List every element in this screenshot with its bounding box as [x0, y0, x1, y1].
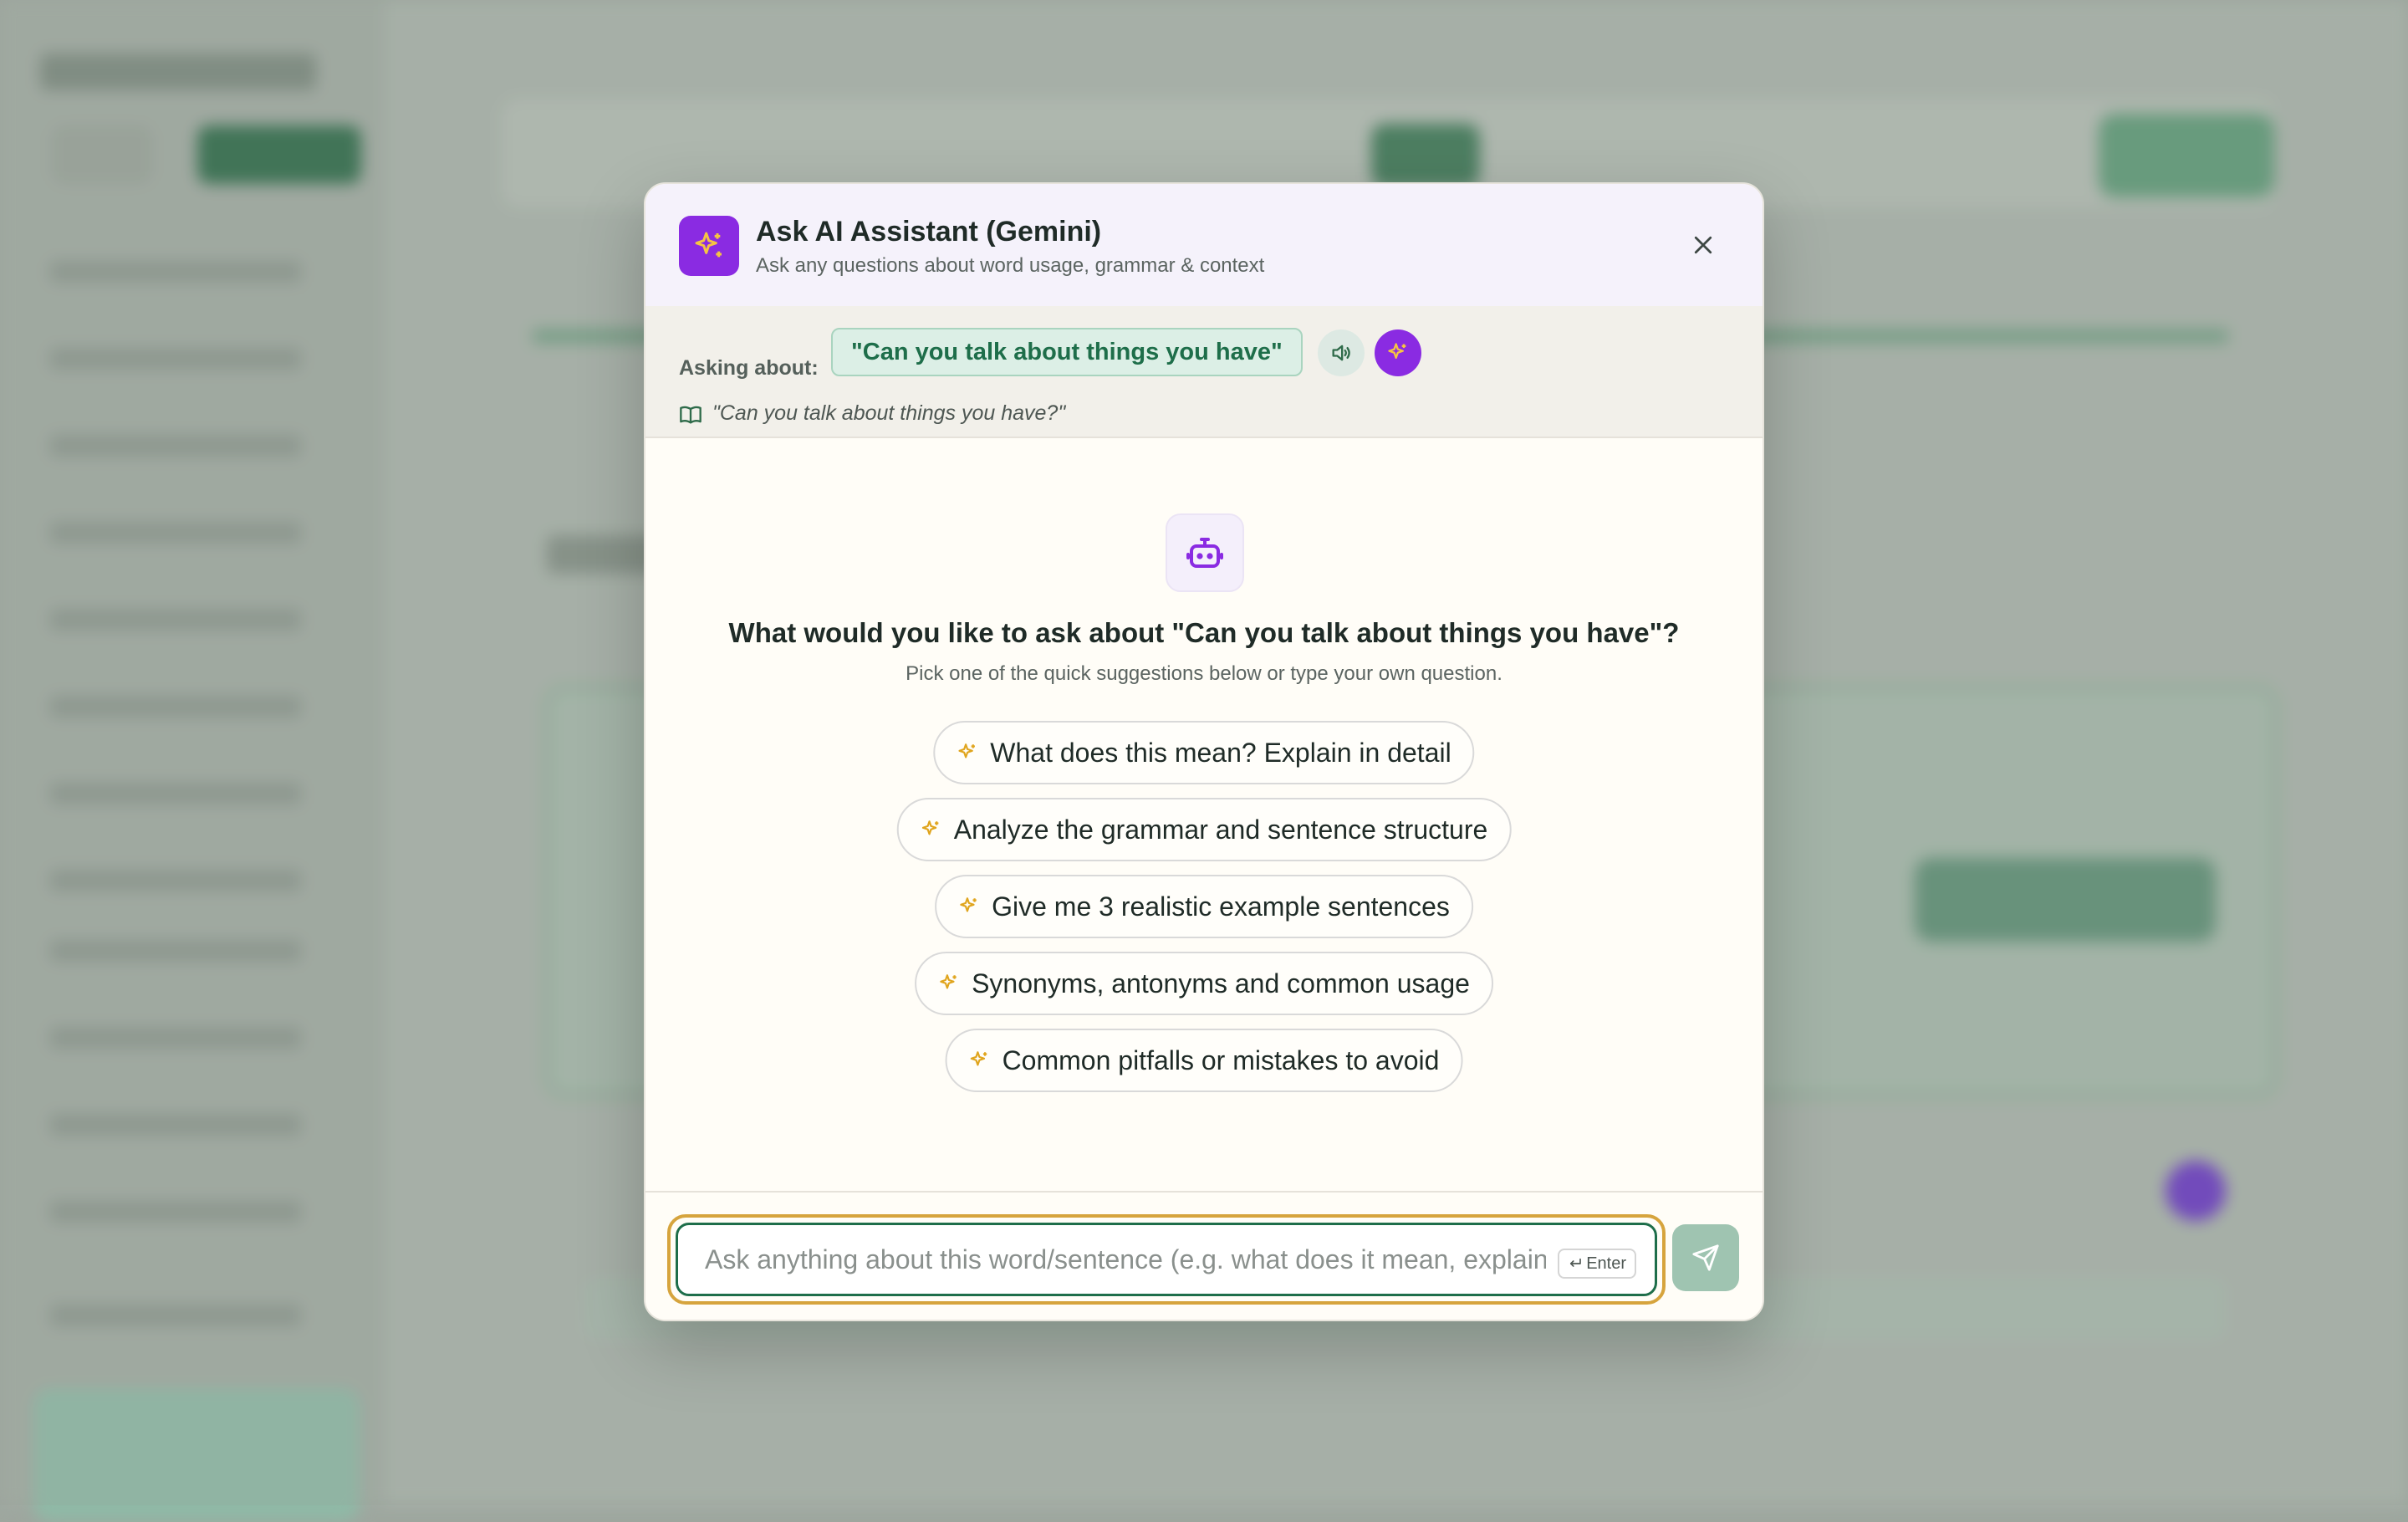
composer: Enter [645, 1191, 1763, 1320]
enter-hint-label: Enter [1586, 1254, 1626, 1273]
sparkles-icon [960, 897, 977, 912]
sparkles-icon [1388, 343, 1406, 359]
question-input[interactable] [678, 1225, 1655, 1294]
sparkles-icon [940, 974, 957, 989]
send-icon [1692, 1244, 1719, 1271]
ai-assistant-modal: Ask AI Assistant (Gemini) Ask any questi… [644, 182, 1764, 1321]
send-button[interactable] [1672, 1224, 1739, 1291]
suggestion-label: Analyze the grammar and sentence structu… [953, 814, 1488, 845]
bot-avatar [1166, 513, 1244, 592]
suggestion-pitfalls[interactable]: Common pitfalls or mistakes to avoid [945, 1029, 1463, 1092]
source-sentence: "Can you talk about things you have?" [712, 401, 1066, 425]
sparkles-icon [970, 1051, 987, 1066]
sparkles-icon [679, 216, 739, 276]
modal-header: Ask AI Assistant (Gemini) Ask any questi… [645, 184, 1763, 308]
suggestion-label: What does this mean? Explain in detail [990, 737, 1451, 768]
close-icon [1694, 236, 1712, 254]
empty-state-question: What would you like to ask about "Can yo… [728, 617, 1680, 648]
suggestion-grammar[interactable]: Analyze the grammar and sentence structu… [896, 798, 1512, 861]
suggestion-label: Give me 3 realistic example sentences [992, 891, 1450, 922]
suggestion-examples[interactable]: Give me 3 realistic example sentences [935, 875, 1473, 938]
asking-phrase-chip: "Can you talk about things you have" [831, 328, 1303, 376]
suggestion-label: Common pitfalls or mistakes to avoid [1002, 1044, 1440, 1075]
book-icon [680, 406, 701, 424]
ask-ai-button[interactable] [1375, 329, 1421, 376]
suggestion-explain[interactable]: What does this mean? Explain in detail [933, 721, 1475, 784]
question-input-wrapper: Enter [676, 1223, 1657, 1296]
bot-icon [1186, 538, 1223, 568]
suggestion-synonyms[interactable]: Synonyms, antonyms and common usage [915, 952, 1493, 1015]
speak-button[interactable] [1318, 329, 1365, 376]
close-button[interactable] [1682, 224, 1724, 266]
question-input-focus-ring: Enter [667, 1214, 1666, 1305]
speaker-icon [1332, 345, 1350, 361]
modal-title: Ask AI Assistant (Gemini) [756, 216, 1102, 248]
empty-state-hint: Pick one of the quick suggestions below … [906, 662, 1502, 685]
suggestion-label: Synonyms, antonyms and common usage [972, 968, 1470, 998]
sparkles-icon [921, 820, 939, 835]
asking-about-bar: Asking about: "Can you talk about things… [645, 306, 1763, 438]
asking-label: Asking about: [679, 356, 819, 380]
enter-icon [1570, 1258, 1582, 1267]
sparkles-icon [958, 743, 975, 758]
enter-hint-badge: Enter [1558, 1249, 1636, 1279]
modal-subtitle: Ask any questions about word usage, gram… [756, 254, 1265, 277]
